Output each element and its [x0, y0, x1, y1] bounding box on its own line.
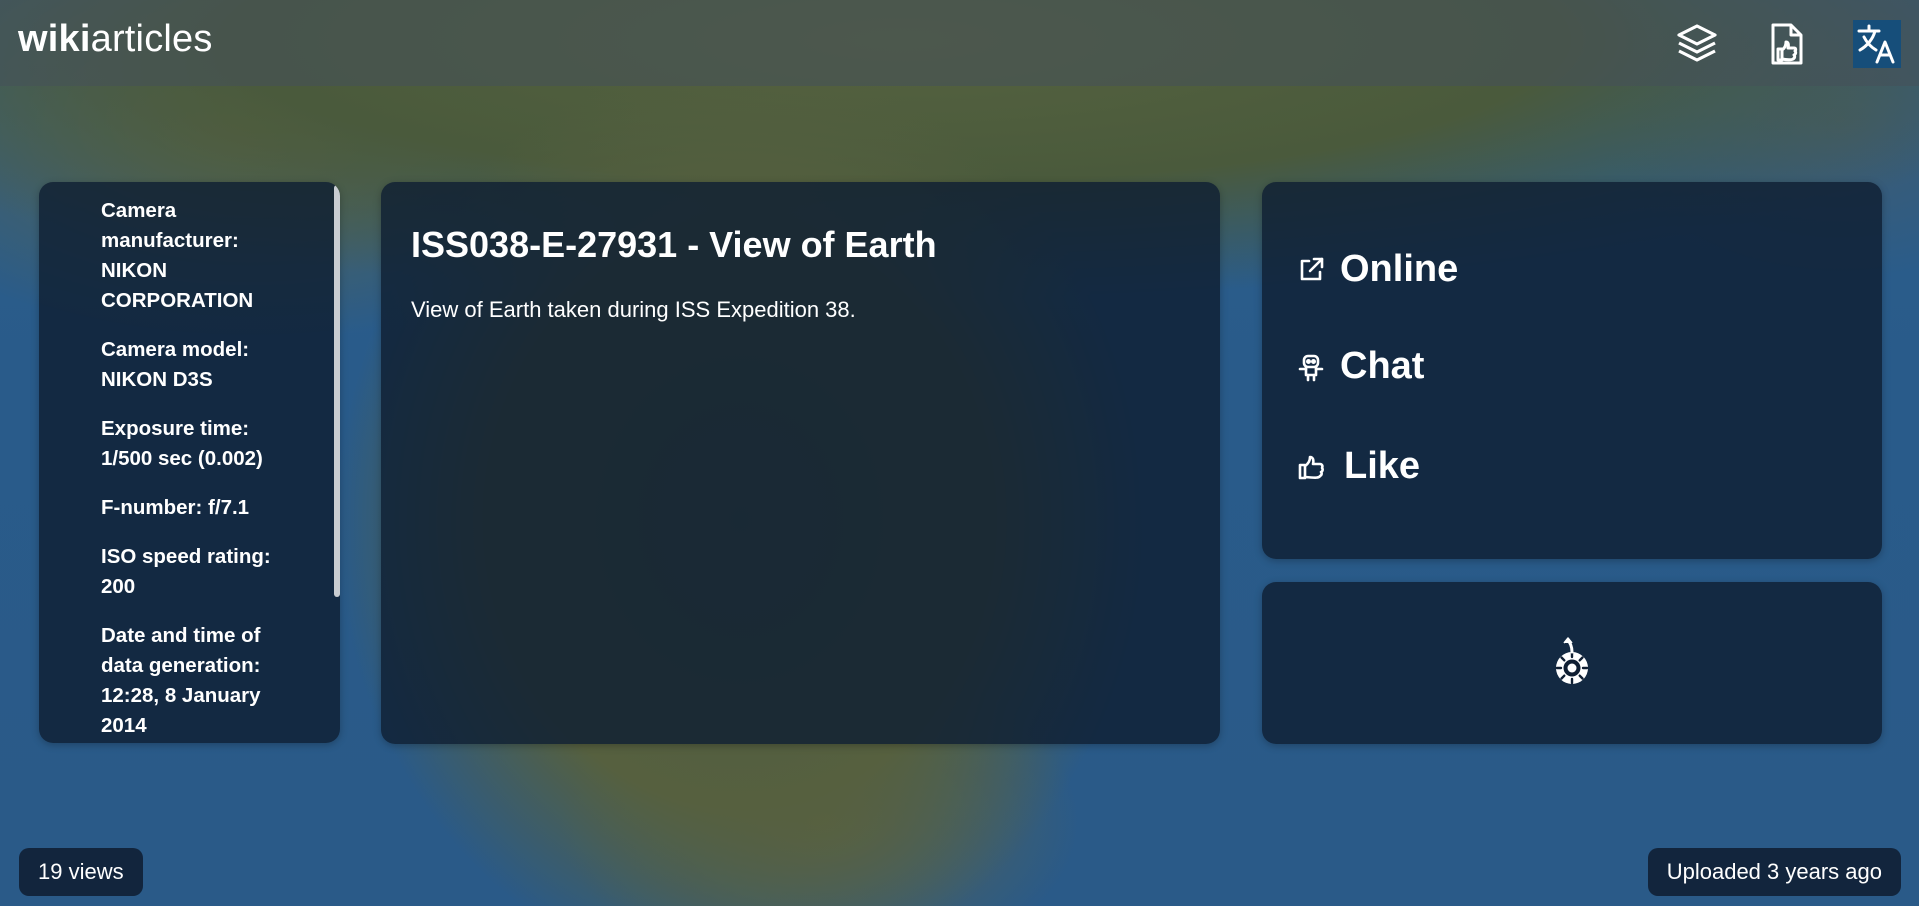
exif-panel: Camera manufacturer: NIKON CORPORATION C…: [39, 182, 340, 743]
exif-list: Camera manufacturer: NIKON CORPORATION C…: [101, 196, 301, 743]
like-label: Like: [1344, 445, 1421, 487]
like-button[interactable]: Like: [1296, 445, 1420, 488]
article-description: View of Earth taken during ISS Expeditio…: [411, 297, 856, 322]
online-button[interactable]: Online: [1296, 248, 1458, 291]
top-icon-group: [1673, 20, 1901, 68]
article-panel: ISS038-E-27931 - View of Earth View of E…: [381, 182, 1220, 744]
robot-icon: [1298, 354, 1324, 381]
online-label: Online: [1340, 248, 1459, 290]
top-bar: wikiarticles: [0, 0, 1919, 86]
article-title: ISS038-E-27931 - View of Earth: [411, 224, 937, 265]
site-logo[interactable]: wikiarticles: [18, 18, 213, 61]
wikipedia-commons-icon[interactable]: [1550, 636, 1594, 695]
thumbs-up-icon: [1298, 455, 1324, 479]
actions-panel: Online Chat Like: [1262, 182, 1882, 559]
chat-button[interactable]: Chat: [1296, 345, 1424, 388]
logo-light-text: articles: [90, 18, 213, 60]
exif-camera-manufacturer: Camera manufacturer: NIKON CORPORATION: [101, 199, 254, 312]
exif-camera-model: Camera model: NIKON D3S: [101, 338, 250, 391]
exif-f-number: F-number: f/7.1: [101, 496, 250, 519]
translate-icon[interactable]: [1853, 20, 1901, 68]
exif-date-time: Date and time of data generation: 12:28,…: [101, 624, 261, 737]
chat-label: Chat: [1340, 345, 1425, 387]
file-like-icon[interactable]: [1763, 20, 1811, 68]
external-link-icon: [1300, 257, 1324, 280]
exif-iso-speed: ISO speed rating: 200: [101, 545, 271, 598]
layers-icon[interactable]: [1673, 20, 1721, 68]
logo-bold-text: wiki: [18, 18, 91, 60]
views-count: 19 views: [19, 848, 143, 896]
upload-time: Uploaded 3 years ago: [1647, 848, 1901, 896]
exif-exposure-time: Exposure time: 1/500 sec (0.002): [101, 417, 263, 470]
wikidata-panel: [1262, 582, 1882, 744]
exif-scrollbar[interactable]: [334, 185, 340, 597]
